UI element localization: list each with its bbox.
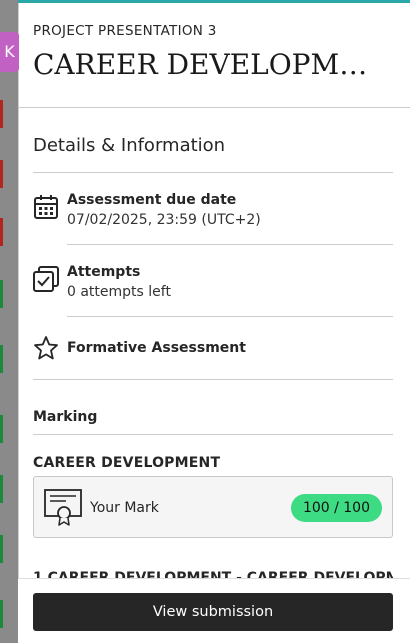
assessment-details-panel	[18, 0, 410, 643]
your-mark-label: Your Mark	[90, 500, 159, 516]
assessment-eyebrow: PROJECT PRESENTATION 3	[33, 23, 217, 39]
star-icon	[34, 336, 58, 360]
view-submission-button[interactable]: View submission	[33, 593, 393, 631]
marking-heading: Marking	[33, 409, 98, 425]
due-date-label: Assessment due date	[67, 192, 237, 208]
close-icon: K	[4, 42, 15, 61]
details-heading: Details & Information	[33, 135, 226, 156]
calendar-icon	[34, 195, 58, 219]
attempts-value: 0 attempts left	[67, 284, 171, 300]
assessment-title: CAREER DEVELOPME...	[33, 48, 385, 81]
attempts-label: Attempts	[67, 264, 141, 280]
background-page-strip	[0, 0, 18, 643]
divider	[67, 316, 393, 317]
close-panel-button[interactable]: K	[0, 32, 19, 72]
formative-label: Formative Assessment	[67, 340, 246, 356]
criterion-heading: CAREER DEVELOPMENT	[33, 455, 221, 471]
panel-accent-bar	[18, 0, 410, 3]
due-date-value: 07/02/2025, 23:59 (UTC+2)	[67, 212, 261, 228]
mark-card: Your Mark 100 / 100	[33, 476, 393, 538]
score-badge: 100 / 100	[290, 494, 382, 522]
divider	[33, 434, 393, 435]
divider	[33, 379, 393, 380]
divider	[33, 172, 393, 173]
divider	[67, 244, 393, 245]
attempts-icon	[33, 266, 59, 292]
certificate-icon	[44, 489, 82, 526]
header-divider	[18, 107, 410, 108]
panel-footer: View submission	[18, 578, 410, 643]
